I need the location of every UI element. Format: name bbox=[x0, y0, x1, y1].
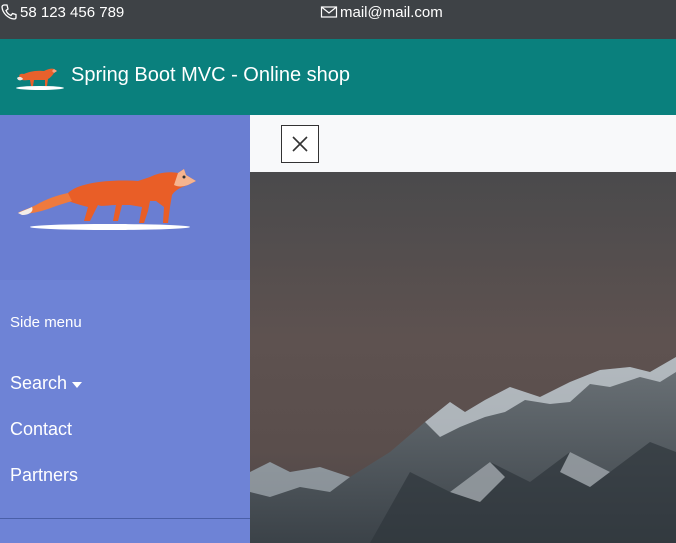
close-icon bbox=[292, 136, 308, 152]
phone-icon bbox=[1, 4, 17, 20]
fox-logo-icon[interactable] bbox=[14, 61, 66, 93]
phone-number: 58 123 456 789 bbox=[20, 3, 125, 21]
fox-logo-icon bbox=[18, 169, 196, 230]
caret-down-icon bbox=[72, 381, 83, 388]
sidebar-item-contact[interactable]: Contact bbox=[10, 419, 72, 440]
site-header: Spring Boot MVC - Online shop bbox=[0, 39, 676, 115]
main-content bbox=[250, 115, 676, 543]
phone-contact[interactable]: 58 123 456 789 bbox=[0, 3, 124, 21]
sidebar-item-label: Contact bbox=[10, 419, 73, 439]
email-address: mail@mail.com bbox=[340, 3, 443, 21]
email-contact[interactable]: mail@mail.com bbox=[320, 3, 443, 21]
sidebar-item-search[interactable]: Search bbox=[10, 373, 83, 394]
brand-title[interactable]: Spring Boot MVC - Online shop bbox=[71, 64, 350, 87]
top-contact-bar: 58 123 456 789 mail@mail.com bbox=[0, 0, 676, 39]
side-menu-title: Side menu bbox=[10, 314, 82, 331]
sidebar-divider bbox=[0, 518, 250, 519]
hero-mountain-image bbox=[250, 172, 676, 543]
sidebar-logo-area bbox=[0, 115, 250, 280]
sidebar-item-label: Partners bbox=[10, 465, 79, 485]
side-menu: Side menu Search Contact Partners bbox=[0, 115, 250, 543]
close-bar bbox=[250, 115, 676, 172]
sidebar-item-label: Search bbox=[10, 373, 68, 393]
close-sidebar-button[interactable] bbox=[281, 125, 319, 163]
envelope-icon bbox=[320, 6, 338, 18]
sidebar-item-partners[interactable]: Partners bbox=[10, 465, 78, 486]
